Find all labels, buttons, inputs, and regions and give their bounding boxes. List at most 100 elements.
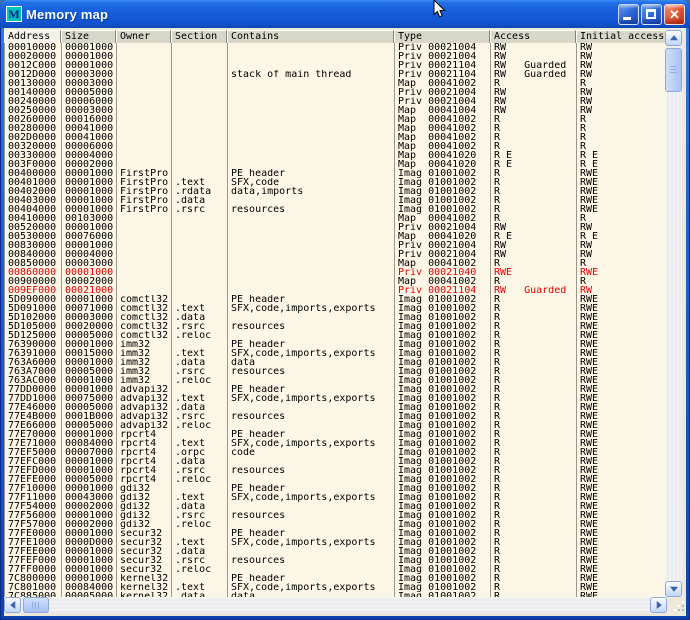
column-header-section[interactable]: Section <box>171 30 227 43</box>
scroll-up-button[interactable] <box>665 30 682 46</box>
table-row[interactable]: 77F5700000002000gdi32.relocImag 01001002… <box>5 520 666 529</box>
column-header-access[interactable]: Access <box>490 30 576 43</box>
minimize-button[interactable] <box>618 4 639 25</box>
close-button[interactable]: ✕ <box>664 4 685 25</box>
table-row[interactable]: 0040300000001000FirstPro.dataImag 010010… <box>5 196 666 205</box>
column-header-owner[interactable]: Owner <box>116 30 171 43</box>
column-header-initial[interactable]: Initial access <box>576 30 666 43</box>
table-row[interactable]: 7C80000000001000kernel32PE headerImag 01… <box>5 574 666 583</box>
horizontal-scrollbar[interactable] <box>4 597 667 613</box>
table-row[interactable]: 77DD000000001000advapi32PE headerImag 01… <box>5 385 666 394</box>
cell-address: 77F54000 <box>5 502 62 511</box>
table-row[interactable]: 0025000000003000Map 00041004RWRW <box>5 106 666 115</box>
table-row[interactable]: 0085000000003000Map 00041002RR <box>5 259 666 268</box>
table-row[interactable]: 77EF500000007000rpcrt4.orpccodeImag 0100… <box>5 448 666 457</box>
table-row[interactable]: 0084000000004000Priv 00021004RWRW <box>5 250 666 259</box>
table-row[interactable]: 77F5600000001000gdi32.rsrcresourcesImag … <box>5 511 666 520</box>
table-row[interactable]: 0024000000006000Priv 00021004RWRW <box>5 97 666 106</box>
cell-section: .data <box>172 403 228 412</box>
column-header-contains[interactable]: Contains <box>227 30 394 43</box>
table-row[interactable]: 77E4600000005000advapi32.dataImag 010010… <box>5 403 666 412</box>
cell-access: R <box>491 574 577 583</box>
table-row[interactable]: 002D000000041000Map 00041002RR <box>5 133 666 142</box>
cell-contains: PE header <box>228 430 395 439</box>
cell-contains <box>228 475 395 484</box>
cell-address: 00860000 <box>5 268 62 277</box>
table-row[interactable]: 77EFD00000001000rpcrt4.rsrcresourcesImag… <box>5 466 666 475</box>
table-row[interactable]: 77E4B0000001B000advapi32.rsrcresourcesIm… <box>5 412 666 421</box>
table-row[interactable]: 77EFC00000001000rpcrt4.dataImag 01001002… <box>5 457 666 466</box>
cell-contains <box>228 403 395 412</box>
table-row[interactable]: 5D09000000001000comctl32PE headerImag 01… <box>5 295 666 304</box>
table-row[interactable]: 7C80100000084000kernel32.textSFX,code,im… <box>5 583 666 592</box>
table-row[interactable]: 0032000000006000Map 00041002RR <box>5 142 666 151</box>
table-row[interactable]: 5D09100000071000comctl32.textSFX,code,im… <box>5 304 666 313</box>
scroll-down-button[interactable] <box>665 581 682 597</box>
table-row[interactable]: 5D10200000003000comctl32.dataImag 010010… <box>5 313 666 322</box>
cell-type: Map 00041020 <box>395 160 491 169</box>
cell-size: 00003000 <box>62 259 117 268</box>
table-row[interactable]: 77FE000000001000secur32PE headerImag 010… <box>5 529 666 538</box>
table-row[interactable]: 77FEF00000001000secur32.rsrcresourcesIma… <box>5 556 666 565</box>
titlebar[interactable]: M Memory map ✕ <box>0 0 690 28</box>
table-row[interactable]: 77EFE00000005000rpcrt4.relocImag 0100100… <box>5 475 666 484</box>
cell-access: RW <box>491 241 577 250</box>
table-row[interactable]: 5D10500000020000comctl32.rsrcresourcesIm… <box>5 322 666 331</box>
scroll-left-button[interactable] <box>4 597 21 613</box>
table-row[interactable]: 77DD100000075000advapi32.textSFX,code,im… <box>5 394 666 403</box>
vertical-scrollbar[interactable] <box>665 30 682 597</box>
table-row[interactable]: 0040200000001000FirstPro.rdatadata,impor… <box>5 187 666 196</box>
table-row[interactable]: 0028000000041000Map 00041002RR <box>5 124 666 133</box>
table-row[interactable]: 0026000000016000Map 00041002RR <box>5 115 666 124</box>
cell-contains <box>228 124 395 133</box>
resize-grip-icon[interactable] <box>682 609 684 611</box>
column-header-address[interactable]: Address <box>4 30 61 43</box>
table-row[interactable]: 0041000000103000Map 00041002RR <box>5 214 666 223</box>
table-row[interactable]: 7639000000001000imm32PE headerImag 01001… <box>5 340 666 349</box>
table-row[interactable]: 0001000000001000Priv 00021004RWRW <box>5 43 666 52</box>
arrow-up-icon <box>670 35 678 40</box>
table-row[interactable]: 0086000000001000Priv 00021040RWERWE <box>5 268 666 277</box>
cell-access: R <box>491 529 577 538</box>
table-row[interactable]: 0040100000001000FirstPro.textSFX,codeIma… <box>5 178 666 187</box>
table-row[interactable]: 7639100000015000imm32.textSFX,code,impor… <box>5 349 666 358</box>
table-row[interactable]: 77FEE00000001000secur32.dataImag 0100100… <box>5 547 666 556</box>
table-row[interactable]: 0033000000004000Map 00041020R ER E <box>5 151 666 160</box>
table-row[interactable]: 0040400000001000FirstPro.rsrcresourcesIm… <box>5 205 666 214</box>
cell-size: 00001000 <box>62 358 117 367</box>
table-row[interactable]: 77FE10000000D000secur32.textSFX,code,imp… <box>5 538 666 547</box>
table-row[interactable]: 0012D00000003000stack of main threadPriv… <box>5 70 666 79</box>
table-row[interactable]: 77FF000000001000secur32.relocImag 010010… <box>5 565 666 574</box>
table-row[interactable]: 77E6600000005000advapi32.relocImag 01001… <box>5 421 666 430</box>
scroll-right-button[interactable] <box>650 597 667 613</box>
table-row[interactable]: 0014000000005000Priv 00021004RWRW <box>5 88 666 97</box>
table-row[interactable]: 0052000000001000Priv 00021004RWRW <box>5 223 666 232</box>
table-row[interactable]: 0002000000001000Priv 00021004RWRW <box>5 52 666 61</box>
table-row[interactable]: 77F5400000002000gdi32.dataImag 01001002R… <box>5 502 666 511</box>
table-row[interactable]: 763A600000001000imm32.datadataImag 01001… <box>5 358 666 367</box>
table-row[interactable]: 77E7100000084000rpcrt4.textSFX,code,impo… <box>5 439 666 448</box>
table-row[interactable]: 77F1000000001000gdi32PE headerImag 01001… <box>5 484 666 493</box>
table-row[interactable]: 763AC00000001000imm32.relocImag 01001002… <box>5 376 666 385</box>
table-row[interactable]: 0012C00000001000Priv 00021104RW GuardedR… <box>5 61 666 70</box>
table-row[interactable]: 003F000000002000Map 00041020R ER E <box>5 160 666 169</box>
table-row[interactable]: 77F1100000043000gdi32.textSFX,code,impor… <box>5 493 666 502</box>
cell-initial: R <box>577 277 666 286</box>
column-header-type[interactable]: Type <box>394 30 490 43</box>
table-row[interactable]: 0013000000003000Map 00041002RR <box>5 79 666 88</box>
table-row[interactable]: 0040000000001000FirstProPE headerImag 01… <box>5 169 666 178</box>
table-row[interactable]: 0090000000002000Map 00041002RR <box>5 277 666 286</box>
table-row[interactable]: 0053000000076000Map 00041020R ER E <box>5 232 666 241</box>
maximize-button[interactable] <box>641 4 662 25</box>
horizontal-scroll-thumb[interactable] <box>23 597 49 613</box>
table-body[interactable]: 0001000000001000Priv 00021004RWRW0002000… <box>4 43 666 597</box>
table-row[interactable]: 0083000000001000Priv 00021004RWRW <box>5 241 666 250</box>
table-row[interactable]: 5D12500000005000comctl32.relocImag 01001… <box>5 331 666 340</box>
table-row[interactable]: 77E7000000001000rpcrt4PE headerImag 0100… <box>5 430 666 439</box>
column-header-size[interactable]: Size <box>61 30 116 43</box>
table-row[interactable]: 009EF00000021000Priv 00021104RW GuardedR… <box>5 286 666 295</box>
vertical-scroll-thumb[interactable] <box>665 48 682 92</box>
table-row[interactable]: 763A700000005000imm32.rsrcresourcesImag … <box>5 367 666 376</box>
cell-owner: imm32 <box>117 376 172 385</box>
cell-contains: SFX,code,imports,exports <box>228 538 395 547</box>
